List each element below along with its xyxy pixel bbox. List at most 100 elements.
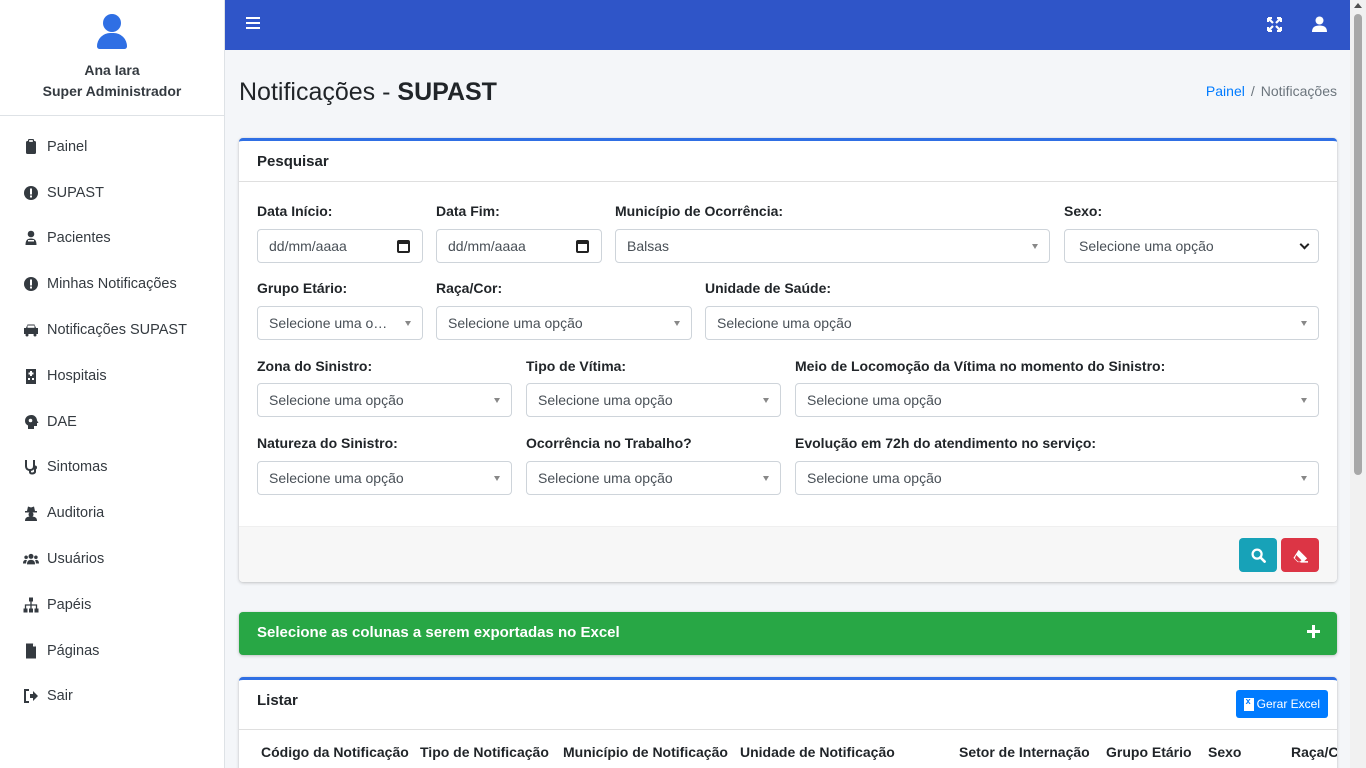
evolucao-72h-value: Selecione uma opção xyxy=(807,470,942,486)
page-title-bold: SUPAST xyxy=(397,78,497,106)
list-card-title: Listar xyxy=(239,680,1337,730)
sidebar-item-dae[interactable]: DAE xyxy=(0,399,224,445)
export-columns-title: Selecione as colunas a serem exportadas … xyxy=(257,624,620,641)
head-virus-icon xyxy=(22,414,40,430)
column-header[interactable]: Tipo de Notificação xyxy=(420,744,549,760)
car-icon xyxy=(22,322,40,338)
sign-out-icon xyxy=(22,688,40,704)
calendar-icon[interactable] xyxy=(397,240,410,253)
exclamation-circle-icon xyxy=(22,185,40,201)
raca-cor-select[interactable]: Selecione uma opção xyxy=(436,306,692,340)
data-inicio-value: dd/mm/aaaa xyxy=(269,238,347,254)
municipio-label: Município de Ocorrência: xyxy=(615,203,784,219)
user-avatar-icon xyxy=(96,12,128,52)
user-injured-icon xyxy=(22,230,40,246)
list-card: Listar Gerar Excel Código da Notificação… xyxy=(239,677,1337,768)
sidebar-item-papeis[interactable]: Papéis xyxy=(0,582,224,628)
data-fim-input[interactable]: dd/mm/aaaa xyxy=(436,229,602,263)
search-button[interactable] xyxy=(1239,538,1277,572)
raca-cor-label: Raça/Cor: xyxy=(436,280,503,296)
column-header[interactable]: Município de Notificação xyxy=(563,744,728,760)
sidebar-item-paginas[interactable]: Páginas xyxy=(0,628,224,674)
clipboard-icon xyxy=(22,138,40,155)
column-header[interactable]: Raça/Cor xyxy=(1291,744,1337,760)
calendar-icon[interactable] xyxy=(576,240,589,253)
search-card: Pesquisar Data Início: dd/mm/aaaa Data F… xyxy=(239,138,1337,582)
user-menu-icon[interactable] xyxy=(1312,16,1327,32)
file-icon xyxy=(22,643,40,659)
natureza-sinistro-value: Selecione uma opção xyxy=(269,470,404,486)
data-inicio-input[interactable]: dd/mm/aaaa xyxy=(257,229,423,263)
column-header[interactable]: Unidade de Notificação xyxy=(740,744,895,760)
sidebar-item-sair[interactable]: Sair xyxy=(0,674,224,720)
fullscreen-icon[interactable] xyxy=(1266,16,1283,33)
user-name-text: Ana Iara xyxy=(84,62,140,78)
grupo-etario-value: Selecione uma opção xyxy=(269,315,389,331)
stethoscope-icon xyxy=(22,459,40,475)
sexo-select[interactable]: Selecione uma opção xyxy=(1064,229,1319,263)
users-icon xyxy=(22,551,40,567)
sidebar-item-minhas-notificacoes[interactable]: Minhas Notificações xyxy=(0,261,224,307)
sidebar-item-notificacoes-supast[interactable]: Notificações SUPAST xyxy=(0,307,224,353)
sexo-value: Selecione uma opção xyxy=(1079,238,1214,254)
sidebar-item-painel[interactable]: Painel xyxy=(0,124,224,170)
sidebar-item-pacientes[interactable]: Pacientes xyxy=(0,216,224,262)
zona-sinistro-select[interactable]: Selecione uma opção xyxy=(257,383,512,417)
generate-excel-button[interactable]: Gerar Excel xyxy=(1235,690,1328,718)
sidebar-item-label: Hospitais xyxy=(47,367,107,384)
ocorrencia-trabalho-value: Selecione uma opção xyxy=(538,470,673,486)
meio-locomocao-select[interactable]: Selecione uma opção xyxy=(795,383,1319,417)
sitemap-icon xyxy=(22,597,40,613)
chevron-down-icon xyxy=(494,476,500,481)
ocorrencia-trabalho-select[interactable]: Selecione uma opção xyxy=(526,461,781,495)
user-name: Ana Iara Super Administrador xyxy=(43,60,182,102)
column-header[interactable]: Sexo xyxy=(1208,744,1241,760)
user-role-text: Super Administrador xyxy=(42,83,182,99)
chevron-down-icon xyxy=(763,398,769,403)
tipo-vitima-select[interactable]: Selecione uma opção xyxy=(526,383,781,417)
breadcrumb-separator: / xyxy=(1250,83,1255,99)
clear-filters-button[interactable] xyxy=(1281,538,1319,572)
chevron-down-icon xyxy=(1299,239,1310,250)
sidebar-item-label: Usuários xyxy=(47,551,105,568)
exclamation-circle-icon xyxy=(22,276,40,292)
column-header[interactable]: Setor de Internação xyxy=(959,744,1090,760)
sidebar-item-sintomas[interactable]: Sintomas xyxy=(0,445,224,491)
column-header[interactable]: Código da Notificação xyxy=(261,744,409,760)
column-header[interactable]: Grupo Etário xyxy=(1106,744,1192,760)
page-scrollbar[interactable] xyxy=(1350,0,1366,768)
sidebar-item-label: SUPAST xyxy=(47,184,104,201)
search-icon xyxy=(1250,547,1266,563)
meio-locomocao-label: Meio de Locomoção da Vítima no momento d… xyxy=(795,358,1166,374)
natureza-sinistro-select[interactable]: Selecione uma opção xyxy=(257,461,512,495)
plus-icon[interactable] xyxy=(1307,625,1320,638)
grupo-etario-select[interactable]: Selecione uma opção xyxy=(257,306,423,340)
unidade-saude-select[interactable]: Selecione uma opção xyxy=(705,306,1319,340)
export-columns-card[interactable]: Selecione as colunas a serem exportadas … xyxy=(239,612,1337,655)
sidebar-item-supast[interactable]: SUPAST xyxy=(0,170,224,216)
sidebar: Ana Iara Super Administrador Painel SUPA… xyxy=(0,0,225,768)
sidebar-item-label: Sintomas xyxy=(47,459,108,476)
scroll-up-arrow-icon[interactable] xyxy=(1354,3,1362,8)
sidebar-item-auditoria[interactable]: Auditoria xyxy=(0,490,224,536)
sexo-label: Sexo: xyxy=(1064,203,1103,219)
municipio-select[interactable]: Balsas xyxy=(615,229,1050,263)
user-secret-icon xyxy=(22,505,40,522)
sidebar-item-hospitais[interactable]: Hospitais xyxy=(0,353,224,399)
data-fim-label: Data Fim: xyxy=(436,203,500,219)
top-navbar xyxy=(225,0,1350,50)
sidebar-item-label: Pacientes xyxy=(47,230,111,247)
sidebar-item-label: Papéis xyxy=(47,596,92,613)
scrollbar-thumb[interactable] xyxy=(1354,14,1362,475)
sidebar-item-label: Páginas xyxy=(47,642,100,659)
zona-sinistro-label: Zona do Sinistro: xyxy=(257,358,373,374)
page-title-prefix: Notificações - xyxy=(239,78,398,106)
sidebar-item-label: Auditoria xyxy=(47,505,105,522)
search-card-title: Pesquisar xyxy=(239,141,1337,182)
evolucao-72h-label: Evolução em 72h do atendimento no serviç… xyxy=(795,435,1097,451)
sidebar-item-usuarios[interactable]: Usuários xyxy=(0,536,224,582)
sidebar-item-label: Painel xyxy=(47,138,88,155)
evolucao-72h-select[interactable]: Selecione uma opção xyxy=(795,461,1319,495)
breadcrumb-home-link[interactable]: Painel xyxy=(1206,83,1245,99)
hamburger-menu-icon[interactable] xyxy=(246,17,260,31)
